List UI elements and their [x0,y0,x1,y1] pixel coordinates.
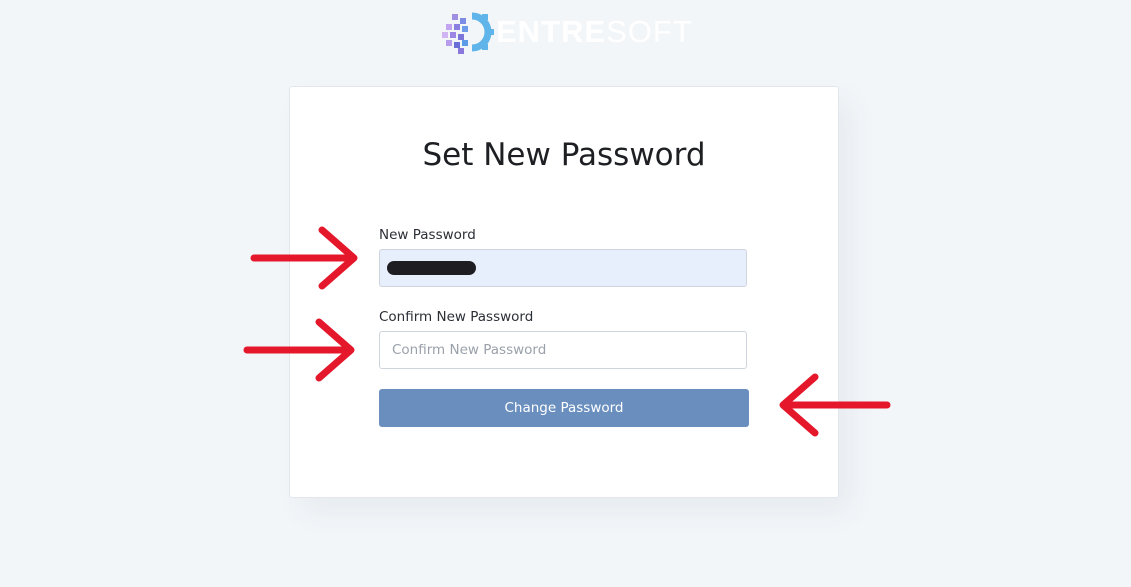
new-password-label: New Password [379,227,476,243]
masked-password-value [387,261,476,275]
set-password-card: Set New Password New Password Confirm Ne… [289,86,839,498]
brand-name-bold: ENTRE [496,14,607,49]
page-title: Set New Password [422,137,706,173]
arrow-left-icon [779,373,891,437]
page: ENTRESOFT Set New Password New Password … [0,0,1131,587]
confirm-password-field[interactable] [379,331,747,369]
arrow-right-icon [250,226,358,290]
brand-name-light: SOFT [606,14,693,49]
brand-name: ENTRESOFT [496,10,693,54]
confirm-password-label: Confirm New Password [379,309,534,325]
change-password-button[interactable]: Change Password [379,389,749,427]
gear-pixel-logo-icon [442,12,494,54]
arrow-right-icon [243,318,355,382]
brand-logo: ENTRESOFT [442,10,693,54]
